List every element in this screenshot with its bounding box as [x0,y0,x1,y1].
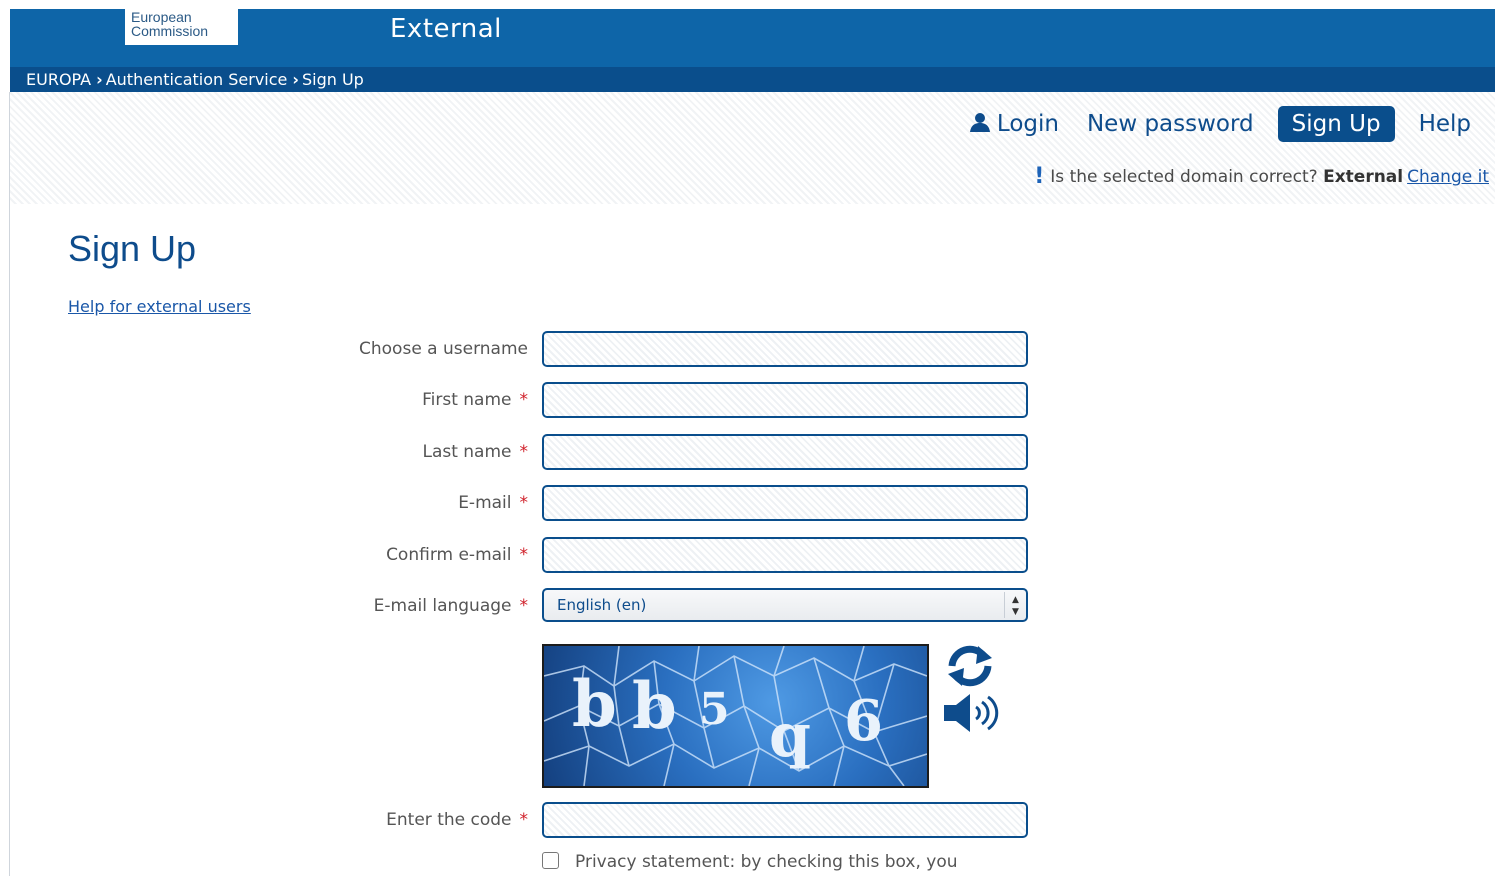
nav-help[interactable]: Help [1405,106,1485,142]
exclamation-icon: ! [1034,164,1045,189]
email-language-label: E-mail language * [374,588,528,624]
refresh-captcha-icon[interactable] [944,644,996,688]
first-name-row: First name * [28,382,1128,420]
main-content: Sign Up Help for external users Choose a… [28,204,1495,876]
required-marker: * [519,545,529,565]
window-edge [0,0,9,876]
last-name-label: Last name * [422,434,528,470]
site-header: European Commission External [10,9,1495,67]
captcha-svg: bb5q6 [544,646,927,786]
content-border [9,92,10,876]
username-label-text: Choose a username [359,339,528,359]
captcha-glyph: q [769,701,815,771]
breadcrumb: EUROPA › Authentication Service › Sign Up [10,67,1495,92]
top-navigation: Login New password Sign Up Help [955,106,1485,142]
captcha-glyph: b [632,669,681,744]
email-language-label-text: E-mail language [373,596,512,616]
confirm-email-input[interactable] [542,537,1028,573]
nav-login-label: Login [996,111,1059,137]
required-marker: * [519,810,529,830]
select-arrows-icon: ▲ ▼ [1004,592,1026,618]
email-row: E-mail * [28,485,1128,523]
privacy-text: Privacy statement: by checking this box,… [575,852,958,872]
breadcrumb-separator-icon: › [292,70,299,89]
enter-code-label: Enter the code * [386,802,528,838]
required-marker: * [519,493,529,513]
breadcrumb-separator-icon: › [96,70,103,89]
last-name-label-text: Last name [422,442,512,462]
privacy-statement: Privacy statement: by checking this box,… [542,852,958,872]
first-name-label: First name * [422,382,528,418]
nav-new-password[interactable]: New password [1073,106,1268,142]
enter-code-input[interactable] [542,802,1028,838]
nav-area: Login New password Sign Up Help ! Is the … [10,92,1495,204]
required-marker: * [519,596,529,616]
ec-logo[interactable]: European Commission [125,9,238,45]
last-name-row: Last name * [28,434,1128,472]
help-external-users-link[interactable]: Help for external users [68,297,251,316]
breadcrumb-item-europa[interactable]: EUROPA [26,70,91,89]
nav-sign-up[interactable]: Sign Up [1277,106,1395,142]
email-language-row: E-mail language * English (en) ▲ ▼ [28,588,1128,626]
change-domain-link[interactable]: Change it [1407,167,1489,187]
confirm-email-label-text: Confirm e-mail [386,545,512,565]
username-row: Choose a username [28,331,1128,369]
captcha-glyph: 5 [699,684,734,735]
required-marker: * [519,390,529,410]
audio-captcha-icon[interactable] [942,692,1000,734]
nav-login[interactable]: Login [955,106,1073,142]
domain-notice: ! Is the selected domain correct? Externa… [1034,164,1489,189]
selected-domain: External [1323,167,1404,187]
captcha-code-text: bb5q6 [572,667,887,771]
captcha-image: bb5q6 [542,644,929,788]
breadcrumb-item-sign-up: Sign Up [301,70,364,89]
first-name-label-text: First name [422,390,512,410]
breadcrumb-item-authentication-service[interactable]: Authentication Service [106,70,288,89]
confirm-email-label: Confirm e-mail * [386,537,528,573]
email-language-selected: English (en) [557,596,647,614]
enter-code-label-text: Enter the code [386,810,512,830]
captcha-glyph: 6 [844,688,887,754]
privacy-checkbox[interactable] [542,852,559,869]
email-label: E-mail * [458,485,528,521]
required-marker: * [519,442,529,462]
site-title: External [390,14,502,44]
confirm-email-row: Confirm e-mail * [28,537,1128,575]
username-label: Choose a username [359,331,528,367]
username-input[interactable] [542,331,1028,367]
email-language-select[interactable]: English (en) ▲ ▼ [542,588,1028,622]
email-input[interactable] [542,485,1028,521]
user-icon [969,113,990,132]
logo-line-2: Commission [131,23,209,39]
domain-question: Is the selected domain correct? [1050,167,1318,187]
enter-code-row: Enter the code * [28,802,1128,840]
email-label-text: E-mail [458,493,512,513]
first-name-input[interactable] [542,382,1028,418]
captcha-glyph: b [572,667,621,742]
last-name-input[interactable] [542,434,1028,470]
page-title: Sign Up [68,228,197,269]
logo-line-1: European [131,9,192,25]
